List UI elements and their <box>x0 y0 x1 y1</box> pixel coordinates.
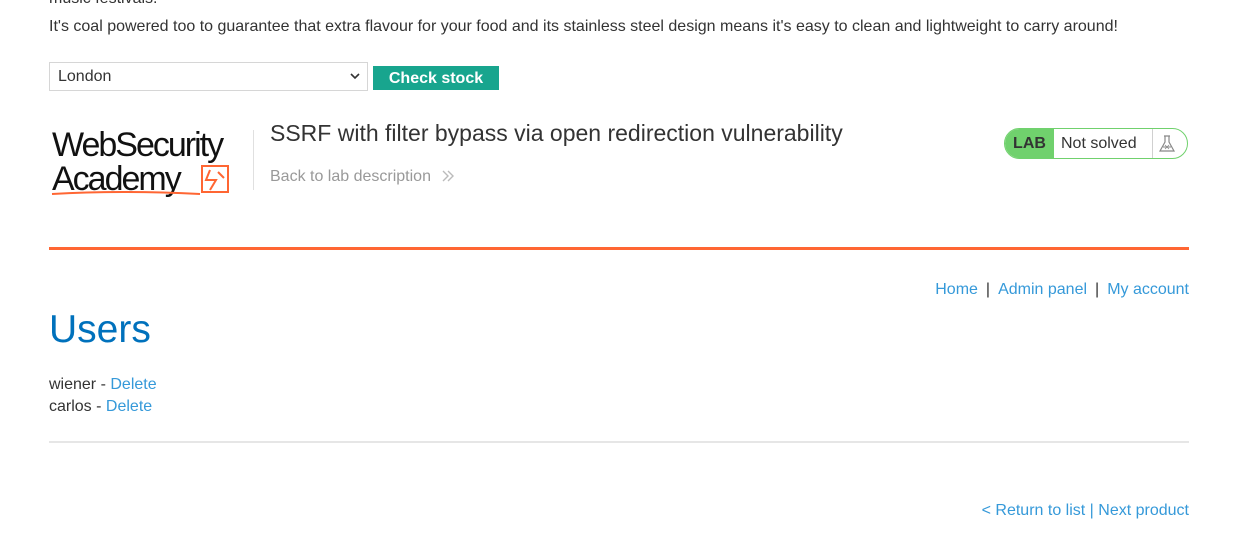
footer-separator: | <box>1089 502 1094 519</box>
top-nav: Home | Admin panel | My account <box>935 281 1189 299</box>
clipped-product-text: music festivals. <box>49 0 157 8</box>
back-to-lab-description-link[interactable]: Back to lab description <box>270 168 455 186</box>
footer-links: < Return to list | Next product <box>982 502 1189 520</box>
user-dash: - <box>96 398 102 415</box>
nav-admin-panel-link[interactable]: Admin panel <box>998 281 1087 298</box>
header-divider <box>49 247 1189 250</box>
nav-separator: | <box>985 281 991 298</box>
lab-title: SSRF with filter bypass via open redirec… <box>270 120 843 146</box>
user-row: wiener - Delete <box>49 376 157 394</box>
back-link-label: Back to lab description <box>270 168 431 185</box>
double-chevron-right-icon <box>442 170 455 182</box>
content-divider <box>49 441 1189 443</box>
return-to-list-link[interactable]: < Return to list <box>982 502 1086 519</box>
nav-my-account-link[interactable]: My account <box>1107 281 1189 298</box>
store-location-value: London <box>58 68 112 85</box>
nav-home-link[interactable]: Home <box>935 281 978 298</box>
delete-user-link[interactable]: Delete <box>106 398 152 415</box>
chevron-down-icon <box>350 73 360 80</box>
product-description: It's coal powered too to guarantee that … <box>49 18 1118 35</box>
flask-icon <box>1158 135 1176 152</box>
next-product-link[interactable]: Next product <box>1098 502 1189 519</box>
check-stock-button[interactable]: Check stock <box>373 66 499 90</box>
logo-line1: WebSecurity <box>52 126 224 164</box>
lab-label: LAB <box>1005 129 1054 158</box>
page-title: Users <box>49 308 151 351</box>
user-name: carlos <box>49 398 92 415</box>
user-dash: - <box>100 376 106 393</box>
badge-divider <box>1152 129 1153 158</box>
lab-status-text: Not solved <box>1061 135 1137 152</box>
lab-status-badge: LAB Not solved <box>1004 128 1188 159</box>
logo-divider <box>253 130 254 190</box>
user-name: wiener <box>49 376 97 393</box>
web-security-academy-logo[interactable]: WebSecurity Academy <box>50 122 255 202</box>
user-row: carlos - Delete <box>49 398 152 416</box>
delete-user-link[interactable]: Delete <box>110 376 156 393</box>
store-location-select[interactable]: London <box>49 62 368 91</box>
nav-separator: | <box>1095 281 1100 298</box>
